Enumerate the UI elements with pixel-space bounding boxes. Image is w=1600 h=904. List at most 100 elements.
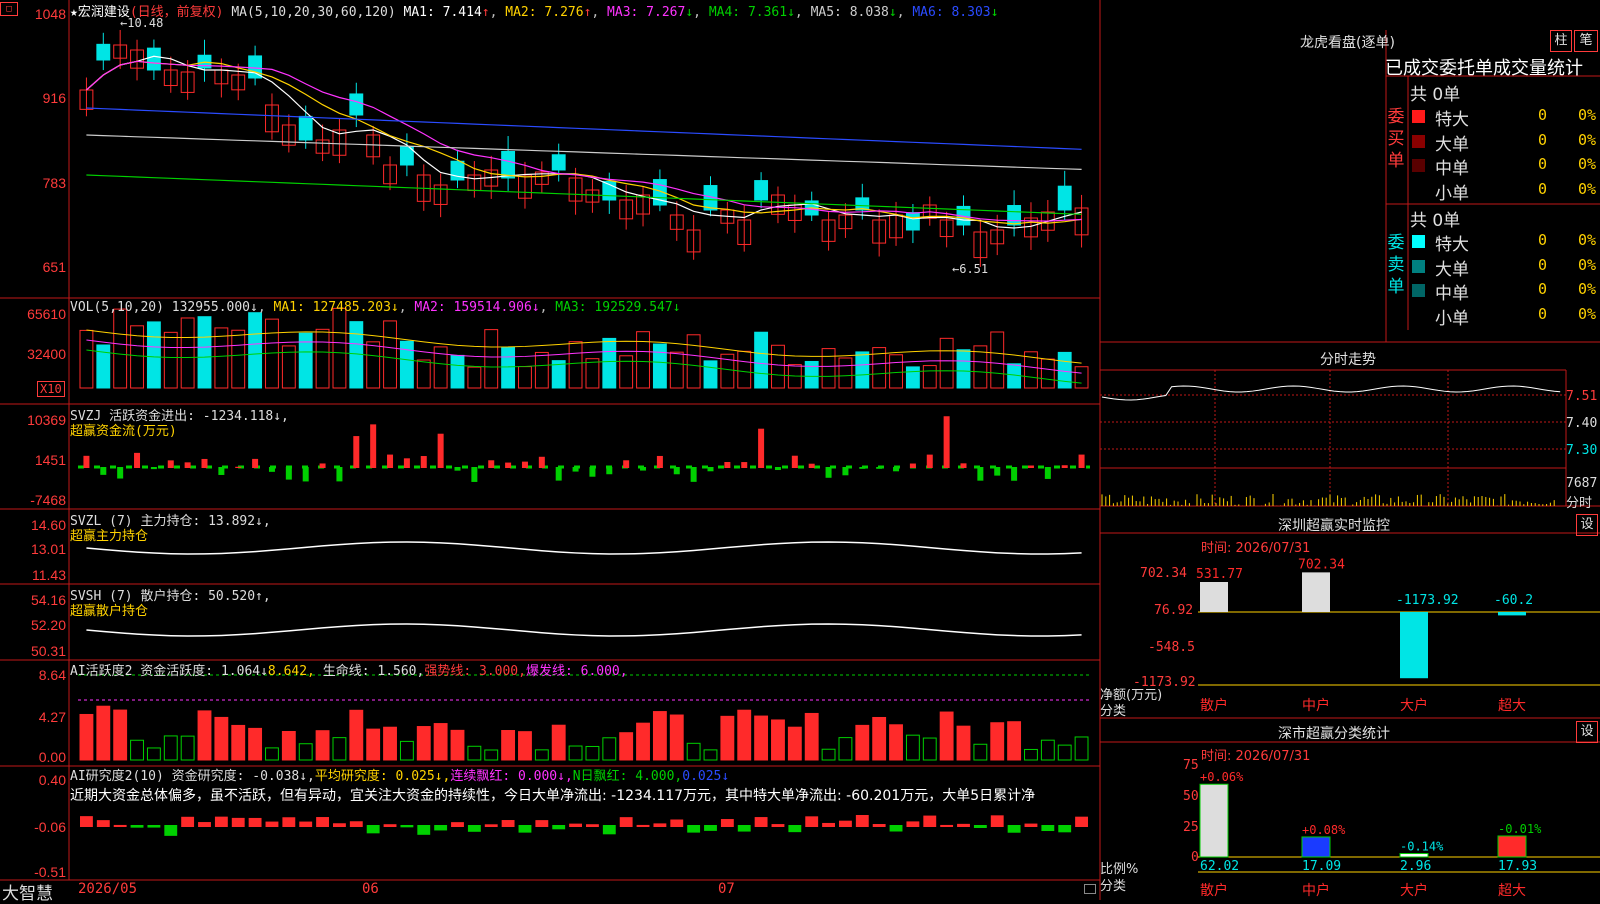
fund-flow-bar [336,467,343,482]
activity-bar [821,748,836,761]
research-bar [889,825,903,832]
research-bar [872,824,886,827]
activity-bar [332,737,347,761]
fund-flow-bar [117,467,124,479]
high-price-label: ←10.48 [120,16,164,30]
sell-row-label: 小单 [1435,309,1469,329]
moving-average-line [86,134,1082,170]
candle-body [905,212,920,231]
research-bar [653,823,667,827]
research-bar [839,820,852,827]
research-bar [451,822,464,827]
fund-flow-bar [909,463,916,468]
volume-bar [399,340,414,389]
lock-icon[interactable] [1084,884,1096,894]
research-bar [771,824,785,827]
sz-bar [1302,572,1330,612]
date-label: 2026/05 [78,881,138,897]
buy-orders-label: 委买单 [1387,107,1405,171]
research-bar [434,825,448,831]
buy-row-label: 中单 [1435,159,1469,179]
vol-ma3: MA3: 192529.547↓ [555,300,681,315]
lhb-tabs: 已成交委托单成交量统计 [1385,54,1583,80]
buy-row-label: 特大 [1435,110,1469,130]
volume-bar [585,358,600,389]
kline-ylabel: 916 [42,90,66,106]
research-bar [586,824,599,827]
fund-flow-bar [876,467,883,469]
sz-monitor-settings-button[interactable]: 设 [1576,514,1598,536]
research-bar [670,819,684,827]
activity-bar [804,712,819,761]
fund-flow-bar [521,461,528,468]
sell-row-label: 大单 [1435,260,1469,280]
sell-orders-label: 委卖单 [1387,233,1405,297]
activity-bar [96,705,111,761]
analysis-comment: 近期大资金总体偏多，虽不活跃，但有异动，宜关注大资金的持续性，今日大单净流出: … [70,788,1036,804]
svsh-subtitle: 超赢散户持仓 [70,604,149,619]
intraday-price-line [1101,385,1561,401]
intraday-ylabel: 7.30 [1566,443,1598,458]
activity-bar [855,724,870,761]
research-bar [147,825,161,828]
sell-row-count: 0 [1538,231,1548,249]
buy-row-pct: 0% [1578,131,1597,149]
sell-row-count: 0 [1538,280,1548,298]
fund-flow-bar [724,462,731,468]
fund-flow-bar [538,456,545,468]
activity-bar [146,747,161,761]
tab-orders[interactable]: 委托单 [1439,58,1493,79]
volume-bar [231,329,246,389]
tab-traded[interactable]: 已成交 [1385,58,1439,79]
ma-title: MA(5,10,20,30,60,120) [231,5,396,20]
research-bar [316,817,329,827]
activity-bar [484,749,499,761]
ma5-value: MA5: 8.038 [810,5,889,20]
research-bar [1058,825,1072,833]
buy-row-pct: 0% [1578,180,1597,198]
volume-bar [146,321,161,389]
activity-bar [366,728,381,761]
fund-flow-bar [285,467,292,480]
volume-bar [669,351,684,389]
research-bar [282,817,296,827]
volume-bar [754,331,769,389]
activity-bar [1074,736,1089,761]
activity-bar [1040,739,1055,761]
tab-volume-stats[interactable]: 成交量统计 [1493,58,1583,79]
fund-flow-bar [252,458,259,468]
svzl-ylabel: 13.01 [30,541,66,557]
activity-bar [163,735,178,761]
research-bar [1024,823,1038,827]
volume-bar [484,329,499,389]
sell-m-swatch [1412,284,1425,297]
vol-ylabel: 32400 [27,346,66,362]
research-bar [299,821,313,827]
research-bar [130,825,144,828]
sz-class-settings-button[interactable]: 设 [1576,721,1598,743]
fund-flow-bar [808,463,815,468]
fund-flow-bar [690,467,697,482]
volume-bar [79,329,94,389]
tab-pen[interactable]: 笔 [1574,30,1598,52]
fund-flow-bar [1061,465,1068,468]
fund-flow-bar [572,467,579,472]
research-bar [720,819,734,827]
volume-ma-line [86,329,1082,364]
activity-bar [669,714,684,761]
activity-bar [265,747,279,761]
tab-bar-chart[interactable]: 柱 [1550,30,1572,52]
fund-flow-bar [707,467,714,472]
intraday-ylabel: 7.40 [1566,416,1598,431]
class-bar [1399,853,1429,858]
activity-bar [872,716,887,761]
candle-body [551,154,566,171]
kline-ylabel: 1048 [34,6,66,22]
class-ylabel: 50 [1183,789,1199,804]
ai1-ylabel: 8.64 [38,667,66,683]
svsh-ylabel: 54.16 [30,592,66,608]
volume-bar [568,341,583,389]
research-bar [231,817,245,827]
class-ylabel: 75 [1183,758,1199,773]
research-bar [619,817,633,827]
